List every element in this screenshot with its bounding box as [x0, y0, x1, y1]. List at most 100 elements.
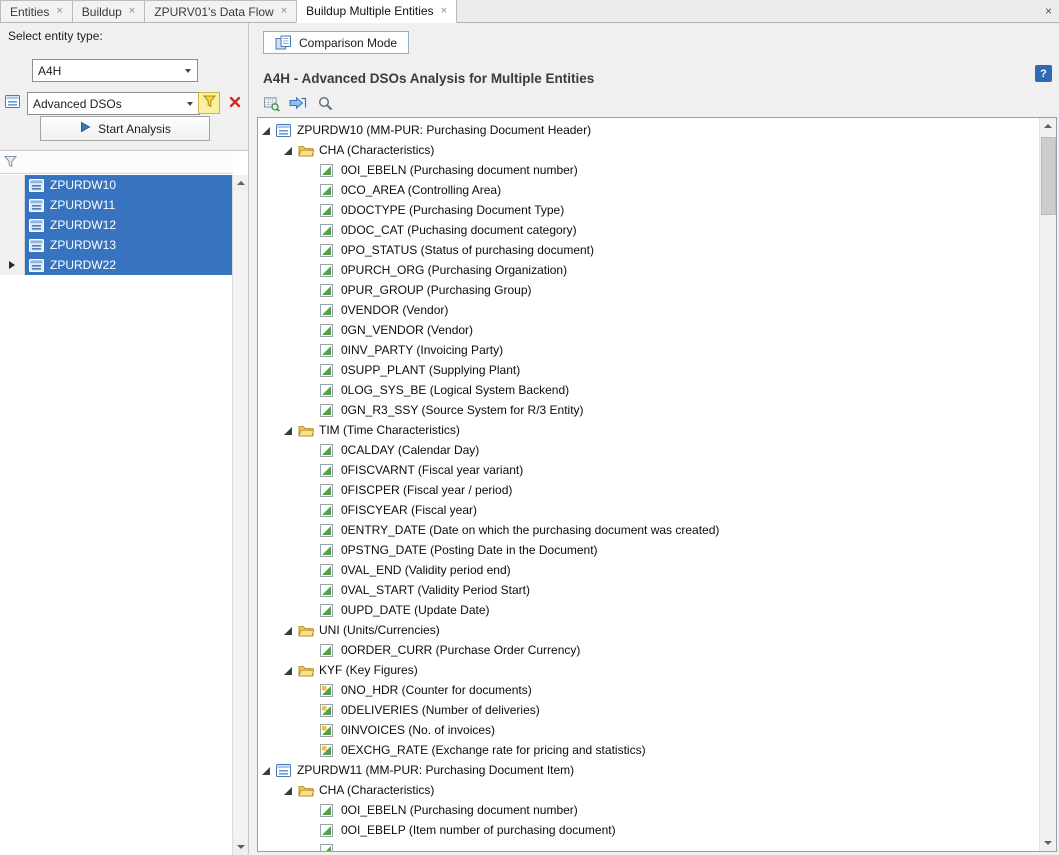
tree-node[interactable]: 0OI_EBELN (Purchasing document number) — [258, 800, 1040, 820]
tab-zpurv01-data-flow[interactable]: ZPURV01's Data Flow × — [144, 0, 297, 22]
tree-node[interactable]: 0INVOICES (No. of invoices) — [258, 720, 1040, 740]
tree-node[interactable]: 0PUR_GROUP (Purchasing Group) — [258, 280, 1040, 300]
tree-node[interactable]: 0OI_EBELN (Purchasing document number) — [258, 160, 1040, 180]
tree-node[interactable]: TIM (Time Characteristics) — [258, 420, 1040, 440]
tab-close-icon[interactable]: × — [441, 6, 447, 17]
clear-filter-button[interactable] — [224, 92, 246, 114]
entity-cell[interactable]: ZPURDW13 — [25, 235, 233, 255]
tab-close-icon[interactable]: × — [281, 6, 287, 17]
tree-node[interactable]: 0PSTNG_DATE (Posting Date in the Documen… — [258, 540, 1040, 560]
entity-cell[interactable]: ZPURDW10 — [25, 175, 233, 195]
tree-node[interactable]: 0LOG_SYS_BE (Logical System Backend) — [258, 380, 1040, 400]
chevron-down-icon[interactable] — [182, 95, 197, 112]
tree-node[interactable]: 0GN_R3_SSY (Source System for R/3 Entity… — [258, 400, 1040, 420]
entity-row[interactable]: ZPURDW12 — [0, 215, 233, 235]
tree-node[interactable]: 0FISCYEAR (Fiscal year) — [258, 500, 1040, 520]
scroll-down-icon[interactable] — [1040, 835, 1056, 851]
tree-node[interactable]: 0SUPP_PLANT (Supplying Plant) — [258, 360, 1040, 380]
entity-cell[interactable]: ZPURDW22 — [25, 255, 233, 275]
scroll-down-icon[interactable] — [233, 839, 248, 855]
tree-node[interactable]: 0UPD_DATE (Update Date) — [258, 600, 1040, 620]
tree-node[interactable]: 0ENTRY_DATE (Date on which the purchasin… — [258, 520, 1040, 540]
entity-cell[interactable]: ZPURDW11 — [25, 195, 233, 215]
tree-indent — [262, 810, 306, 811]
start-analysis-button[interactable]: Start Analysis — [40, 116, 210, 141]
system-select[interactable]: A4H — [32, 59, 198, 82]
tree-node[interactable]: 0VAL_START (Validity Period Start) — [258, 580, 1040, 600]
tab-close-icon[interactable]: × — [56, 6, 62, 17]
tree-node-label: 0OI_EBELN (Purchasing document number) — [341, 803, 578, 817]
tree-node[interactable]: 0FISCPER (Fiscal year / period) — [258, 480, 1040, 500]
expander-placeholder — [306, 325, 316, 335]
scroll-up-icon[interactable] — [233, 175, 248, 191]
scrollbar-thumb[interactable] — [1041, 137, 1056, 215]
entity-type-label: Select entity type: — [8, 29, 103, 43]
tree-node[interactable] — [258, 840, 1040, 851]
tab-buildup[interactable]: Buildup × — [72, 0, 145, 22]
tree-node[interactable]: 0NO_HDR (Counter for documents) — [258, 680, 1040, 700]
tab-buildup-multiple-entities[interactable]: Buildup Multiple Entities × — [296, 0, 457, 23]
tree-node[interactable]: 0VAL_END (Validity period end) — [258, 560, 1040, 580]
tree-node[interactable]: UNI (Units/Currencies) — [258, 620, 1040, 640]
chevron-down-icon[interactable] — [180, 62, 195, 79]
tree-node[interactable]: CHA (Characteristics) — [258, 140, 1040, 160]
collapse-expander-icon[interactable] — [262, 765, 272, 775]
tree-scrollbar[interactable] — [1039, 118, 1056, 851]
tree-node[interactable]: 0PURCH_ORG (Purchasing Organization) — [258, 260, 1040, 280]
kyf-icon — [320, 683, 336, 697]
tree-node[interactable]: 0OI_EBELP (Item number of purchasing doc… — [258, 820, 1040, 840]
entity-row[interactable]: ZPURDW22 — [0, 255, 233, 275]
tree-indent — [262, 210, 306, 211]
export-flow-icon[interactable] — [288, 94, 308, 112]
tab-entities[interactable]: Entities × — [0, 0, 73, 22]
collapse-expander-icon[interactable] — [284, 665, 294, 675]
tree-node[interactable]: 0PO_STATUS (Status of purchasing documen… — [258, 240, 1040, 260]
tree-node-label: 0OI_EBELP (Item number of purchasing doc… — [341, 823, 616, 837]
tree-node[interactable]: 0CO_AREA (Controlling Area) — [258, 180, 1040, 200]
tree-node-label: 0LOG_SYS_BE (Logical System Backend) — [341, 383, 569, 397]
tree-node[interactable]: 0DOC_CAT (Puchasing document category) — [258, 220, 1040, 240]
collapse-expander-icon[interactable] — [262, 125, 272, 135]
entity-row[interactable]: ZPURDW13 — [0, 235, 233, 255]
edit-filter-button[interactable] — [198, 92, 220, 114]
help-icon[interactable]: ? — [1035, 65, 1052, 82]
tree-node-label: 0EXCHG_RATE (Exchange rate for pricing a… — [341, 743, 646, 757]
tree-indent — [262, 790, 284, 791]
char-icon — [320, 283, 336, 297]
entity-type-select[interactable]: Advanced DSOs — [27, 92, 200, 115]
entity-row[interactable]: ZPURDW10 — [0, 175, 233, 195]
time-icon — [320, 443, 336, 457]
entity-cell[interactable]: ZPURDW12 — [25, 215, 233, 235]
tab-close-icon[interactable]: × — [129, 6, 135, 17]
expander-placeholder — [306, 165, 316, 175]
scroll-up-icon[interactable] — [1040, 118, 1056, 134]
tree-node[interactable]: ZPURDW11 (MM-PUR: Purchasing Document It… — [258, 760, 1040, 780]
entity-list-scrollbar[interactable] — [232, 175, 248, 855]
panel-close-icon[interactable]: × — [1045, 4, 1052, 18]
entity-row[interactable]: ZPURDW11 — [0, 195, 233, 215]
tree-node[interactable]: 0GN_VENDOR (Vendor) — [258, 320, 1040, 340]
tree-node[interactable]: 0INV_PARTY (Invoicing Party) — [258, 340, 1040, 360]
tree-node-label: 0FISCPER (Fiscal year / period) — [341, 483, 512, 497]
tree-node[interactable]: 0VENDOR (Vendor) — [258, 300, 1040, 320]
tree-node[interactable]: KYF (Key Figures) — [258, 660, 1040, 680]
zoom-icon[interactable] — [315, 94, 335, 112]
data-preview-icon[interactable] — [261, 94, 281, 112]
filter-funnel-icon[interactable] — [4, 155, 18, 169]
collapse-expander-icon[interactable] — [284, 425, 294, 435]
tree-node[interactable]: 0EXCHG_RATE (Exchange rate for pricing a… — [258, 740, 1040, 760]
collapse-expander-icon[interactable] — [284, 625, 294, 635]
tree-node[interactable]: 0FISCVARNT (Fiscal year variant) — [258, 460, 1040, 480]
tree-node[interactable]: CHA (Characteristics) — [258, 780, 1040, 800]
collapse-expander-icon[interactable] — [284, 785, 294, 795]
tree-indent — [262, 490, 306, 491]
expander-placeholder — [306, 585, 316, 595]
collapse-expander-icon[interactable] — [284, 145, 294, 155]
tree-node[interactable]: ZPURDW10 (MM-PUR: Purchasing Document He… — [258, 120, 1040, 140]
comparison-mode-button[interactable]: Comparison Mode — [263, 31, 409, 54]
tree-node[interactable]: 0DOCTYPE (Purchasing Document Type) — [258, 200, 1040, 220]
tree-node[interactable]: 0ORDER_CURR (Purchase Order Currency) — [258, 640, 1040, 660]
entity-list: ZPURDW10ZPURDW11ZPURDW12ZPURDW13ZPURDW22 — [0, 175, 233, 275]
tree-node[interactable]: 0CALDAY (Calendar Day) — [258, 440, 1040, 460]
tree-node[interactable]: 0DELIVERIES (Number of deliveries) — [258, 700, 1040, 720]
